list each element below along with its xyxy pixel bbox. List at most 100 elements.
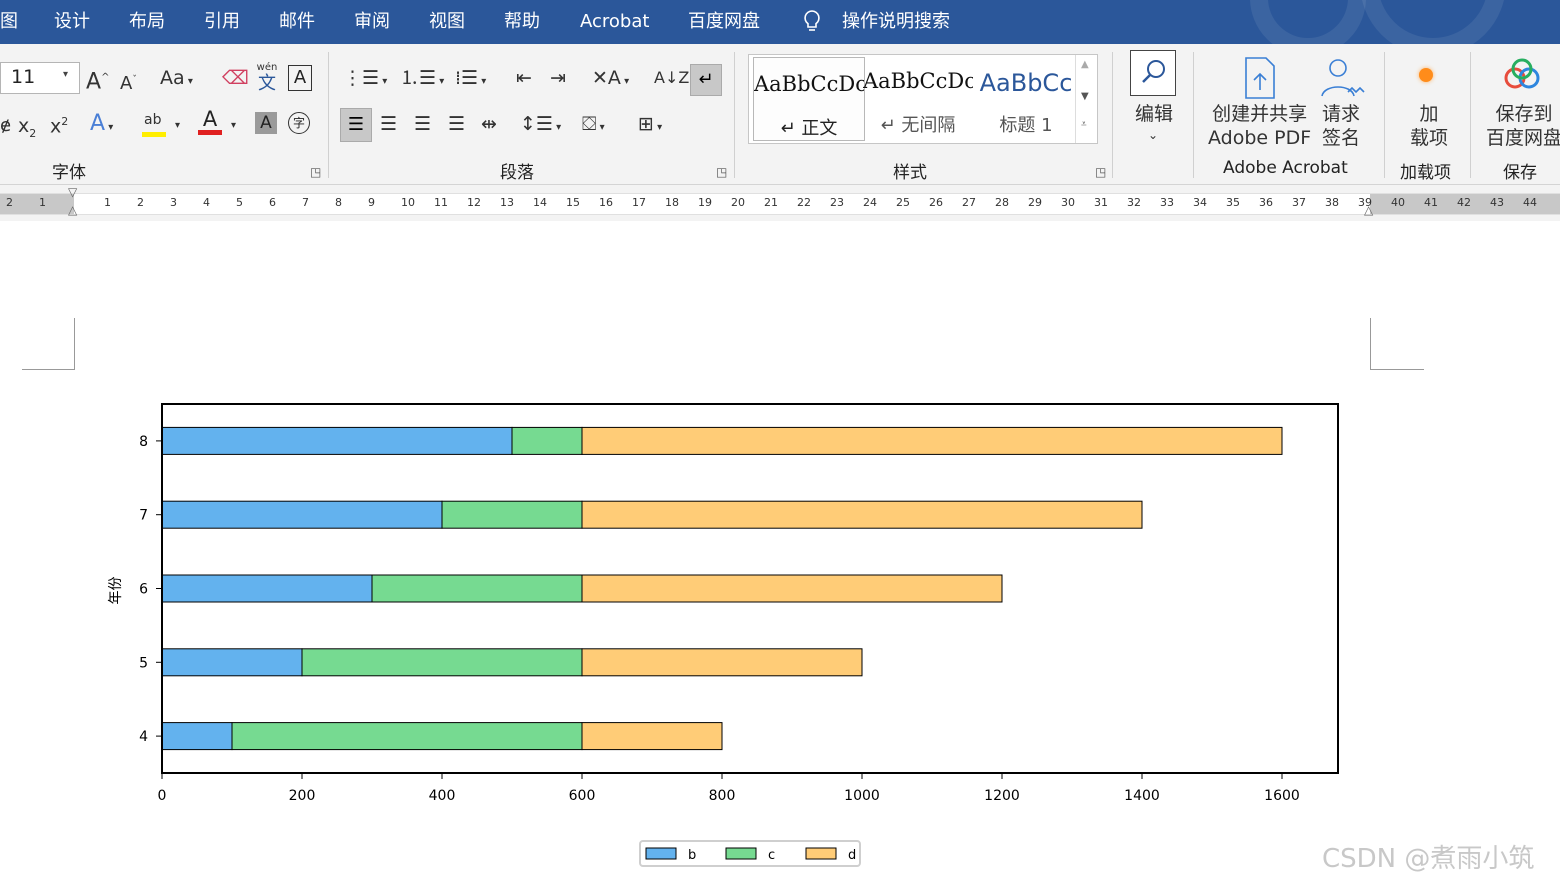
ruler-number: 18 (665, 196, 679, 209)
bar-c-8 (511, 426, 583, 455)
font-group-label: 字体 (52, 163, 86, 183)
style-no-spacing[interactable]: AaBbCcDc ↵ 无间隔 (863, 55, 973, 143)
ruler-number: 13 (500, 196, 514, 209)
styles-gallery: AaBbCcDc ↵ 正文 AaBbCcDc ↵ 无间隔 AaBbCc 标题 1… (748, 54, 1098, 144)
shrink-font-icon[interactable]: Aˇ (120, 66, 137, 98)
grow-font-icon[interactable]: A^ (86, 64, 109, 96)
corner-mark (22, 369, 75, 370)
tab-mailings[interactable]: 邮件 (279, 0, 315, 44)
chevron-down-icon[interactable]: ⌄ (1148, 128, 1158, 142)
addins-icon[interactable] (1419, 68, 1433, 82)
superscript-icon[interactable]: x2 (50, 108, 68, 140)
sort-icon[interactable]: A↓Z (654, 64, 689, 92)
shading-icon[interactable]: ⛋ ▾ (582, 110, 605, 142)
baidu-line1: 保存到 (1495, 103, 1553, 125)
strikethrough-icon[interactable]: ɇ (0, 112, 11, 140)
line-spacing-icon[interactable]: ↕☰ ▾ (520, 110, 561, 142)
tab-design[interactable]: 设计 (54, 0, 90, 44)
tab-acrobat[interactable]: Acrobat (580, 0, 649, 44)
scroll-up-icon[interactable]: ▲ (1081, 59, 1089, 70)
decor-circle (1360, 0, 1506, 44)
tab-references[interactable]: 引用 (204, 0, 240, 44)
ruler-number: 2 (6, 196, 13, 209)
borders-icon[interactable]: ⊞ ▾ (638, 110, 662, 142)
legend-swatch-c (725, 847, 757, 860)
ruler-number: 26 (929, 196, 943, 209)
increase-indent-icon[interactable]: ⇥ (550, 64, 566, 92)
save-to-baidu-button[interactable]: 保存到 百度网盘 (1486, 102, 1560, 150)
chevron-down-icon[interactable]: ▾ (175, 120, 180, 131)
justify-icon[interactable]: ☰ (448, 110, 465, 138)
align-left-icon[interactable]: ☰ (340, 108, 372, 142)
tab-draw[interactable]: 图 (0, 0, 18, 44)
legend: b c d (639, 840, 861, 867)
tab-layout[interactable]: 布局 (129, 0, 165, 44)
create-pdf-icon[interactable] (1240, 56, 1280, 104)
clear-format-icon[interactable]: ⌫ (222, 64, 249, 92)
bar-d-5 (581, 648, 863, 677)
ruler-number: 4 (203, 196, 210, 209)
edit-button[interactable]: 编辑 (1135, 100, 1173, 128)
bar-b-8 (161, 426, 513, 455)
tab-help[interactable]: 帮助 (504, 0, 540, 44)
numbering-icon[interactable]: ⒈☰ ▾ (400, 64, 444, 96)
style-normal[interactable]: AaBbCcDc ↵ 正文 (753, 57, 865, 141)
ruler-number: 20 (731, 196, 745, 209)
watermark: CSDN @煮雨小筑 (1322, 844, 1535, 874)
search-icon[interactable] (1130, 50, 1176, 96)
ruler-number: 19 (698, 196, 712, 209)
baidu-netdisk-icon[interactable] (1500, 58, 1544, 98)
group-separator (734, 52, 735, 178)
tab-review[interactable]: 审阅 (354, 0, 390, 44)
style-heading-1[interactable]: AaBbCc 标题 1 (971, 55, 1081, 143)
chinese-layout-icon[interactable]: ✕A ▾ (592, 64, 629, 96)
create-pdf-button[interactable]: 创建并共享 Adobe PDF (1208, 102, 1311, 150)
pen-icon: ab (144, 112, 162, 128)
request-signature-button[interactable]: 请求 签名 (1322, 102, 1360, 150)
y-tick-label: 4 (139, 729, 148, 745)
change-case-button[interactable]: Aa ▾ (160, 64, 193, 96)
menu-bar: 图 设计 布局 引用 邮件 审阅 视图 帮助 Acrobat 百度网盘 操作说明… (0, 0, 1560, 44)
styles-dialog-launcher-icon[interactable]: ◳ (1095, 165, 1106, 179)
y-tick-label: 5 (139, 655, 148, 671)
hanging-indent-icon[interactable]: △ (68, 203, 77, 217)
char-shading-icon[interactable]: A (255, 112, 277, 134)
font-color-icon[interactable]: A (198, 108, 222, 138)
enclose-char-icon[interactable]: 字 (288, 112, 310, 134)
font-dialog-launcher-icon[interactable]: ◳ (310, 165, 321, 179)
decrease-indent-icon[interactable]: ⇤ (516, 64, 532, 92)
show-marks-icon[interactable]: ↵ (690, 64, 722, 96)
more-styles-icon[interactable]: ⩡ (1081, 119, 1087, 130)
align-right-icon[interactable]: ☰ (414, 110, 431, 138)
chevron-down-icon[interactable]: ▾ (231, 120, 236, 131)
bar-b-5 (161, 648, 303, 677)
request-signature-icon[interactable] (1318, 56, 1368, 104)
scroll-down-icon[interactable]: ▼ (1081, 91, 1089, 102)
highlight-icon[interactable]: ab (142, 112, 166, 138)
align-center-icon[interactable]: ☰ (380, 110, 397, 138)
y-axis-label: 年份 (108, 577, 124, 605)
font-color-letter-icon: A (202, 107, 218, 131)
distributed-icon[interactable]: ⇹ (481, 110, 497, 138)
bullets-icon[interactable]: ⋮☰ ▾ (343, 64, 387, 96)
paragraph-dialog-launcher-icon[interactable]: ◳ (716, 165, 727, 179)
right-indent-icon[interactable]: △ (1364, 203, 1373, 217)
text-effects-icon[interactable]: A ▾ (90, 110, 113, 142)
font-size-select[interactable]: 11 ▾ (0, 62, 80, 94)
styles-group-label: 样式 (893, 163, 927, 183)
multilevel-list-icon[interactable]: ⁞☰ ▾ (455, 64, 486, 96)
phonetic-guide-icon[interactable]: wén 文 (255, 62, 279, 96)
tab-baidu[interactable]: 百度网盘 (688, 0, 760, 44)
ruler-number: 9 (368, 196, 375, 209)
paragraph-group-label: 段落 (500, 163, 534, 183)
ruler-number: 40 (1391, 196, 1405, 209)
tell-me-search[interactable]: 操作说明搜索 (842, 0, 950, 44)
tab-view[interactable]: 视图 (429, 0, 465, 44)
first-line-indent-icon[interactable]: ▽ (68, 185, 77, 199)
addins-button[interactable]: 加载项 (1410, 102, 1448, 150)
char-border-icon[interactable]: A (288, 65, 312, 91)
stacked-bar-chart: 4 5 6 7 8 0 200 400 600 800 1000 1200 1400 1600 年份 b c… (108, 403, 1339, 867)
ruler-number: 15 (566, 196, 580, 209)
subscript-icon[interactable]: x2 (18, 112, 36, 148)
create-pdf-line2: Adobe PDF (1208, 127, 1312, 149)
